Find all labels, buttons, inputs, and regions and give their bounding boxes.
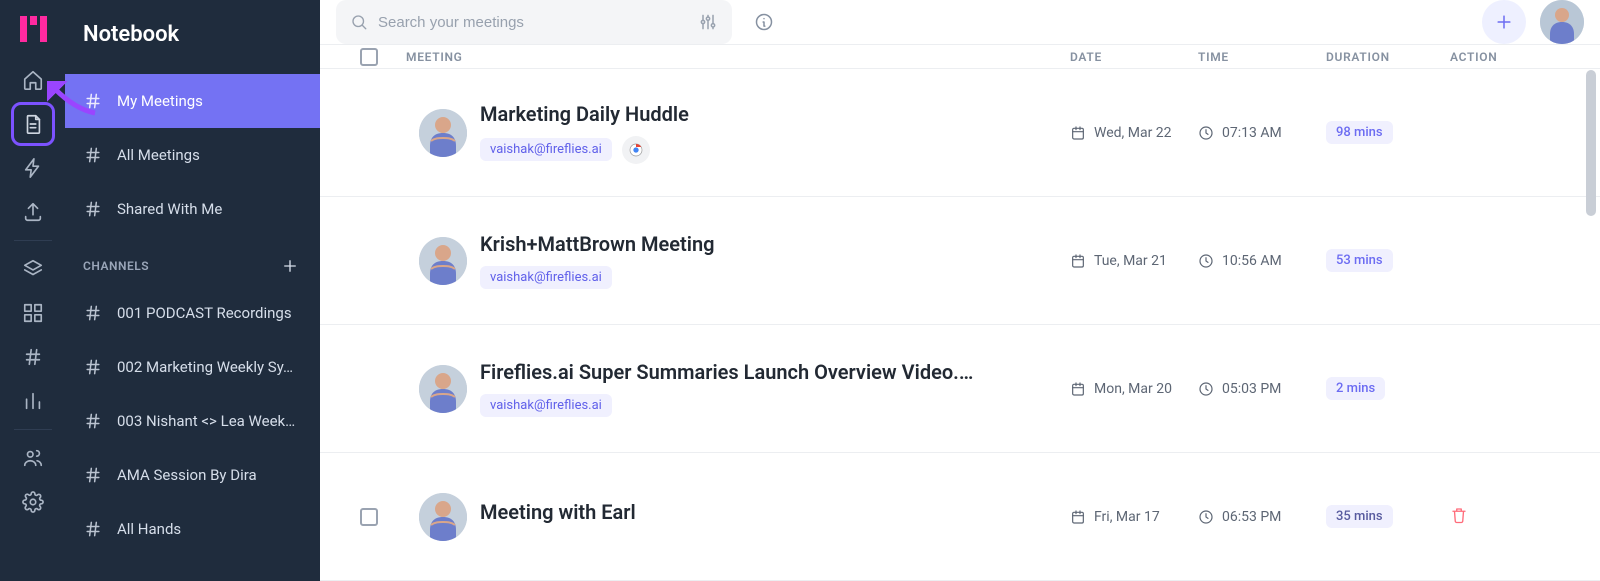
meeting-duration: 53 mins [1326, 249, 1450, 272]
channel-label: AMA Session By Dira [117, 466, 257, 484]
channel-label: All Hands [117, 520, 181, 538]
table-row[interactable]: Meeting with Earl Fri, Mar 17 06:53 PM 3… [320, 453, 1600, 581]
organizer-email-chip: vaishak@fireflies.ai [480, 266, 612, 289]
channel-icon[interactable] [11, 335, 55, 379]
callout-arrow-icon [47, 81, 97, 121]
calendar-icon [1070, 253, 1086, 269]
calendar-icon [1070, 125, 1086, 141]
channel-label: 002 Marketing Weekly Sy… [117, 358, 293, 376]
sidebar-item-shared[interactable]: Shared With Me [65, 182, 320, 236]
row-actions [1450, 506, 1560, 528]
source-icon [622, 136, 650, 164]
filter-icon[interactable] [698, 12, 718, 32]
top-bar [320, 0, 1600, 45]
table-body: Marketing Daily Huddle vaishak@fireflies… [320, 69, 1600, 581]
apps-icon[interactable] [11, 291, 55, 335]
sidebar-item-all-meetings[interactable]: All Meetings [65, 128, 320, 182]
channels-header: CHANNELS [65, 236, 320, 286]
ai-icon[interactable] [11, 146, 55, 190]
col-action: ACTION [1450, 50, 1560, 64]
sidebar-item-label: All Meetings [117, 146, 200, 164]
scrollbar-thumb[interactable] [1586, 70, 1596, 216]
info-icon[interactable] [746, 4, 782, 40]
meeting-title: Marketing Daily Huddle [480, 102, 980, 126]
upload-icon[interactable] [11, 190, 55, 234]
clock-icon [1198, 381, 1214, 397]
table-header: MEETING DATE TIME DURATION ACTION [320, 45, 1600, 69]
rail-separator [14, 240, 52, 241]
channel-item[interactable]: AMA Session By Dira [65, 448, 320, 502]
meeting-duration: 2 mins [1326, 377, 1450, 400]
meeting-time: 06:53 PM [1198, 509, 1326, 525]
meeting-title: Krish+MattBrown Meeting [480, 232, 980, 256]
col-date: DATE [1070, 50, 1198, 64]
main-content: MEETING DATE TIME DURATION ACTION Market… [320, 0, 1600, 581]
channel-item[interactable]: 003 Nishant <> Lea Week… [65, 394, 320, 448]
channel-item[interactable]: 002 Marketing Weekly Sy… [65, 340, 320, 394]
table-row[interactable]: Marketing Daily Huddle vaishak@fireflies… [320, 69, 1600, 197]
channel-item[interactable]: All Hands [65, 502, 320, 556]
sidebar: Notebook My Meetings All Meetings Shared… [65, 0, 320, 581]
channel-label: 001 PODCAST Recordings [117, 304, 292, 322]
delete-button[interactable] [1450, 509, 1468, 528]
sidebar-nav: My Meetings All Meetings Shared With Me [65, 74, 320, 236]
organizer-email-chip: vaishak@fireflies.ai [480, 394, 612, 417]
meeting-date: Tue, Mar 21 [1070, 253, 1198, 269]
add-meeting-button[interactable] [1482, 0, 1526, 44]
channel-label: 003 Nishant <> Lea Week… [117, 412, 295, 430]
page-title: Notebook [65, 22, 320, 62]
search-box[interactable] [336, 0, 732, 44]
col-duration: DURATION [1326, 50, 1450, 64]
clock-icon [1198, 253, 1214, 269]
organizer-avatar [419, 365, 467, 413]
add-channel-button[interactable] [278, 254, 302, 278]
col-time: TIME [1198, 50, 1326, 64]
table-row[interactable]: Krish+MattBrown Meeting vaishak@fireflie… [320, 197, 1600, 325]
sidebar-item-label: My Meetings [117, 92, 203, 110]
analytics-icon[interactable] [11, 379, 55, 423]
row-checkbox[interactable] [360, 508, 378, 526]
app-logo [18, 14, 48, 44]
meeting-time: 10:56 AM [1198, 253, 1326, 269]
channels-header-label: CHANNELS [83, 259, 149, 273]
organizer-avatar [419, 237, 467, 285]
search-icon [350, 13, 368, 31]
meeting-time: 05:03 PM [1198, 381, 1326, 397]
sidebar-item-my-meetings[interactable]: My Meetings [65, 74, 320, 128]
scrollbar[interactable] [1586, 70, 1596, 573]
organizer-avatar [419, 109, 467, 157]
meeting-duration: 35 mins [1326, 505, 1450, 528]
organizer-avatar [419, 493, 467, 541]
calendar-icon [1070, 381, 1086, 397]
search-input[interactable] [378, 14, 688, 31]
rail-separator-2 [14, 429, 52, 430]
calendar-icon [1070, 509, 1086, 525]
user-avatar[interactable] [1540, 0, 1584, 44]
meeting-date: Wed, Mar 22 [1070, 125, 1198, 141]
clock-icon [1198, 509, 1214, 525]
select-all-checkbox[interactable] [360, 48, 378, 66]
meeting-title: Fireflies.ai Super Summaries Launch Over… [480, 360, 980, 384]
clock-icon [1198, 125, 1214, 141]
meeting-duration: 98 mins [1326, 121, 1450, 144]
contacts-icon[interactable] [11, 436, 55, 480]
layers-icon[interactable] [11, 247, 55, 291]
channels-list: 001 PODCAST Recordings 002 Marketing Wee… [65, 286, 320, 556]
organizer-email-chip: vaishak@fireflies.ai [480, 138, 612, 161]
meeting-date: Mon, Mar 20 [1070, 381, 1198, 397]
settings-icon[interactable] [11, 480, 55, 524]
col-meeting: MEETING [406, 50, 1070, 64]
meeting-title: Meeting with Earl [480, 500, 980, 524]
meeting-date: Fri, Mar 17 [1070, 509, 1198, 525]
table-row[interactable]: Fireflies.ai Super Summaries Launch Over… [320, 325, 1600, 453]
channel-item[interactable]: 001 PODCAST Recordings [65, 286, 320, 340]
sidebar-item-label: Shared With Me [117, 200, 222, 218]
meeting-time: 07:13 AM [1198, 125, 1326, 141]
